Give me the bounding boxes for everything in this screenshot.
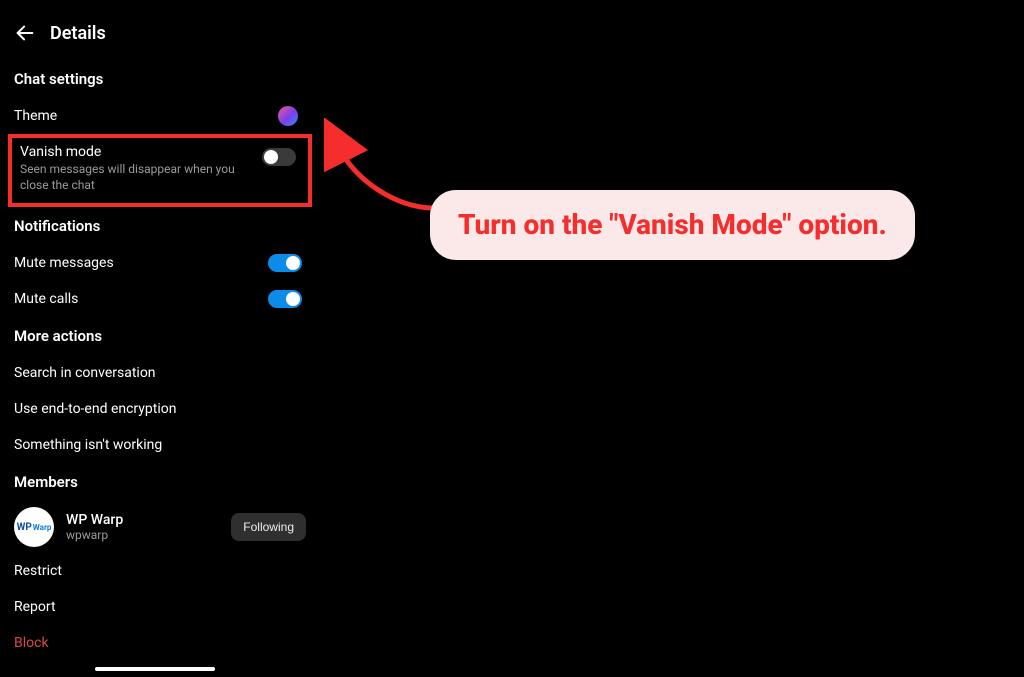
back-arrow-icon[interactable] [14,22,36,44]
avatar-text-warp: Warp [33,523,52,532]
avatar: WP Warp [14,507,54,547]
mute-messages-toggle[interactable] [268,254,302,272]
members-title: Members [14,473,306,491]
avatar-text-wp: WP [17,522,32,533]
member-row[interactable]: WP Warp WP Warp wpwarp Following [14,501,306,553]
e2ee-link[interactable]: Use end-to-end encryption [14,391,306,427]
theme-label: Theme [14,108,57,124]
search-conversation-link[interactable]: Search in conversation [14,355,306,391]
mute-messages-label: Mute messages [14,255,114,271]
following-button[interactable]: Following [231,513,306,541]
theme-color-icon [278,106,298,126]
mute-calls-row[interactable]: Mute calls [14,281,306,317]
chat-settings-title: Chat settings [14,70,306,88]
member-handle: wpwarp [66,528,123,542]
notifications-title: Notifications [14,217,306,235]
page-title: Details [50,23,106,44]
header: Details [14,16,306,44]
mute-messages-row[interactable]: Mute messages [14,245,306,281]
report-link[interactable]: Report [14,589,306,625]
block-link[interactable]: Block [14,625,306,661]
vanish-mode-toggle[interactable] [262,148,296,166]
home-indicator [95,667,215,671]
vanish-mode-text: Vanish mode Seen messages will disappear… [20,144,250,193]
vanish-mode-row[interactable]: Vanish mode Seen messages will disappear… [20,144,300,193]
vanish-mode-highlight: Vanish mode Seen messages will disappear… [8,134,312,207]
vanish-mode-description: Seen messages will disappear when you cl… [20,162,250,193]
member-name: WP Warp [66,512,123,528]
vanish-mode-label: Vanish mode [20,144,250,160]
more-actions-title: More actions [14,327,306,345]
restrict-link[interactable]: Restrict [14,553,306,589]
details-panel: Details Chat settings Theme Vanish mode … [0,0,320,677]
mute-calls-label: Mute calls [14,291,78,307]
theme-row[interactable]: Theme [14,98,306,134]
annotation-arrow-icon [324,118,444,218]
annotation-callout: Turn on the "Vanish Mode" option. [430,190,915,260]
mute-calls-toggle[interactable] [268,290,302,308]
member-text: WP Warp wpwarp [66,512,123,542]
feedback-link[interactable]: Something isn't working [14,427,306,463]
